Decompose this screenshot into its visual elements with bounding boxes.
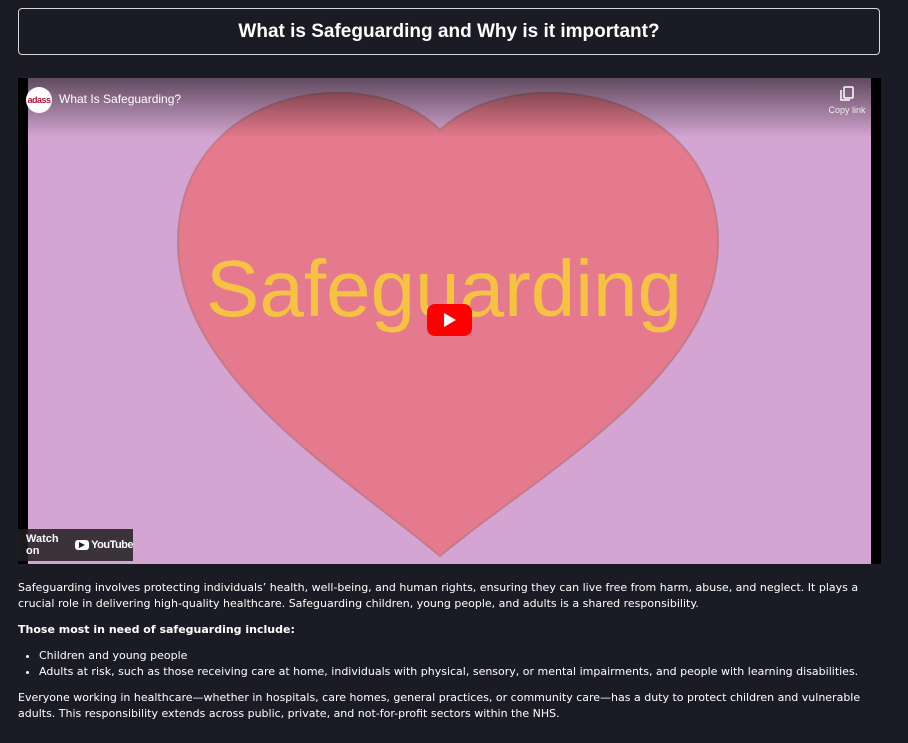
page-title-box: What is Safeguarding and Why is it impor… [18,8,880,55]
channel-logo-text: adass [27,95,51,105]
video-top-bar [18,78,881,138]
youtube-logo: YouTube [75,539,133,551]
copy-link-label: Copy link [828,105,866,115]
watch-on-label: Watch on [26,533,59,557]
video-embed[interactable]: Safeguarding adass What Is Safeguarding?… [18,78,881,564]
page-title: What is Safeguarding and Why is it impor… [238,20,660,42]
copy-icon [840,86,854,101]
youtube-label: YouTube [91,539,133,551]
play-icon [443,313,456,327]
channel-avatar[interactable]: adass [26,87,52,113]
watch-on-youtube-button[interactable]: Watch on YouTube [18,529,133,561]
intro-paragraph: Safeguarding involves protecting individ… [18,581,859,610]
list-item: Children and young people [39,648,886,664]
list-heading: Those most in need of safeguarding inclu… [18,623,295,636]
play-button[interactable] [427,304,472,336]
safeguarding-list: Children and young people Adults at risk… [18,648,886,680]
video-title[interactable]: What Is Safeguarding? [59,92,181,106]
youtube-play-icon [75,540,90,550]
article-body: Safeguarding involves protecting individ… [18,580,886,732]
list-item: Adults at risk, such as those receiving … [39,664,886,680]
closing-paragraph: Everyone working in healthcare—whether i… [18,691,861,720]
copy-link-button[interactable]: Copy link [825,86,869,115]
